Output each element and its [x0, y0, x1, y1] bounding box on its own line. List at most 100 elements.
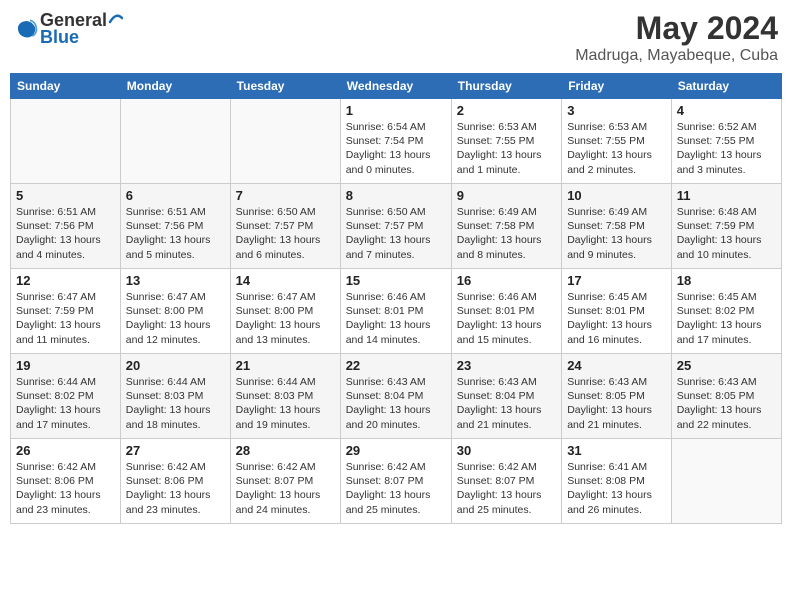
day-info: Sunrise: 6:41 AMSunset: 8:08 PMDaylight:…	[567, 460, 666, 517]
calendar-table: SundayMondayTuesdayWednesdayThursdayFrid…	[10, 73, 782, 524]
day-number: 2	[457, 103, 556, 118]
day-info: Sunrise: 6:43 AMSunset: 8:05 PMDaylight:…	[677, 375, 776, 432]
day-number: 28	[236, 443, 335, 458]
day-number: 17	[567, 273, 666, 288]
calendar-cell: 22Sunrise: 6:43 AMSunset: 8:04 PMDayligh…	[340, 354, 451, 439]
calendar-cell	[230, 99, 340, 184]
day-number: 1	[346, 103, 446, 118]
calendar-cell: 14Sunrise: 6:47 AMSunset: 8:00 PMDayligh…	[230, 269, 340, 354]
day-info: Sunrise: 6:44 AMSunset: 8:03 PMDaylight:…	[126, 375, 225, 432]
day-number: 26	[16, 443, 115, 458]
day-info: Sunrise: 6:51 AMSunset: 7:56 PMDaylight:…	[126, 205, 225, 262]
calendar-cell	[671, 439, 781, 524]
location-title: Madruga, Mayabeque, Cuba	[575, 47, 778, 65]
calendar-cell: 17 Sunrise: 6:45 AMSunset: 8:01 PMDayligh…	[562, 269, 672, 354]
day-number: 3	[567, 103, 666, 118]
day-info: Sunrise: 6:46 AMSunset: 8:01 PMDaylight:…	[346, 290, 446, 347]
week-row-3: 12 Sunrise: 6:47 AMSunset: 7:59 PMDayligh…	[11, 269, 782, 354]
weekday-header-tuesday: Tuesday	[230, 74, 340, 99]
calendar-cell: 16 Sunrise: 6:46 AMSunset: 8:01 PMDayligh…	[451, 269, 561, 354]
day-number: 19	[16, 358, 115, 373]
day-number: 23	[457, 358, 556, 373]
day-info: Sunrise: 6:53 AMSunset: 7:55 PMDaylight:…	[457, 120, 556, 177]
calendar-cell: 26 Sunrise: 6:42 AMSunset: 8:06 PMDayligh…	[11, 439, 121, 524]
calendar-cell	[120, 99, 230, 184]
calendar-cell: 10Sunrise: 6:49 AMSunset: 7:58 PMDayligh…	[562, 184, 672, 269]
logo-icon	[14, 17, 38, 41]
calendar-cell: 30 Sunrise: 6:42 AMSunset: 8:07 PMDayligh…	[451, 439, 561, 524]
calendar-cell: 3 Sunrise: 6:53 AMSunset: 7:55 PMDaylight…	[562, 99, 672, 184]
day-number: 12	[16, 273, 115, 288]
day-number: 7	[236, 188, 335, 203]
day-info: Sunrise: 6:42 AMSunset: 8:07 PMDaylight:…	[346, 460, 446, 517]
calendar-cell: 20Sunrise: 6:44 AMSunset: 8:03 PMDayligh…	[120, 354, 230, 439]
calendar-cell: 5Sunrise: 6:51 AMSunset: 7:56 PMDaylight…	[11, 184, 121, 269]
calendar-cell: 13Sunrise: 6:47 AMSunset: 8:00 PMDayligh…	[120, 269, 230, 354]
calendar-cell	[11, 99, 121, 184]
day-info: Sunrise: 6:42 AMSunset: 8:06 PMDaylight:…	[126, 460, 225, 517]
calendar-cell: 25 Sunrise: 6:43 AMSunset: 8:05 PMDayligh…	[671, 354, 781, 439]
day-info: Sunrise: 6:50 AMSunset: 7:57 PMDaylight:…	[236, 205, 335, 262]
day-number: 6	[126, 188, 225, 203]
day-info: Sunrise: 6:42 AMSunset: 8:06 PMDaylight:…	[16, 460, 115, 517]
month-title: May 2024	[575, 10, 778, 47]
day-info: Sunrise: 6:45 AMSunset: 8:01 PMDaylight:…	[567, 290, 666, 347]
page-header: General Blue May 2024 Madruga, Mayabeque…	[10, 10, 782, 65]
calendar-cell: 24 Sunrise: 6:43 AMSunset: 8:05 PMDayligh…	[562, 354, 672, 439]
title-block: May 2024 Madruga, Mayabeque, Cuba	[575, 10, 778, 65]
weekday-header-sunday: Sunday	[11, 74, 121, 99]
day-number: 5	[16, 188, 115, 203]
calendar-cell: 29 Sunrise: 6:42 AMSunset: 8:07 PMDayligh…	[340, 439, 451, 524]
day-number: 22	[346, 358, 446, 373]
day-number: 13	[126, 273, 225, 288]
day-info: Sunrise: 6:46 AMSunset: 8:01 PMDaylight:…	[457, 290, 556, 347]
calendar-cell: 27 Sunrise: 6:42 AMSunset: 8:06 PMDayligh…	[120, 439, 230, 524]
week-row-4: 19Sunrise: 6:44 AMSunset: 8:02 PMDayligh…	[11, 354, 782, 439]
calendar-cell: 4Sunrise: 6:52 AMSunset: 7:55 PMDaylight…	[671, 99, 781, 184]
day-info: Sunrise: 6:45 AMSunset: 8:02 PMDaylight:…	[677, 290, 776, 347]
logo: General Blue	[14, 10, 125, 48]
calendar-cell: 6 Sunrise: 6:51 AMSunset: 7:56 PMDaylight…	[120, 184, 230, 269]
day-number: 31	[567, 443, 666, 458]
day-info: Sunrise: 6:47 AMSunset: 7:59 PMDaylight:…	[16, 290, 115, 347]
weekday-header-friday: Friday	[562, 74, 672, 99]
week-row-5: 26 Sunrise: 6:42 AMSunset: 8:06 PMDayligh…	[11, 439, 782, 524]
day-number: 24	[567, 358, 666, 373]
day-number: 15	[346, 273, 446, 288]
week-row-1: 1 Sunrise: 6:54 AMSunset: 7:54 PMDaylight…	[11, 99, 782, 184]
weekday-header-row: SundayMondayTuesdayWednesdayThursdayFrid…	[11, 74, 782, 99]
day-number: 16	[457, 273, 556, 288]
week-row-2: 5 Sunrise: 6:51 AMSunset: 7:56 PMDaylight…	[11, 184, 782, 269]
calendar-cell: 12 Sunrise: 6:47 AMSunset: 7:59 PMDayligh…	[11, 269, 121, 354]
day-info: Sunrise: 6:49 AMSunset: 7:58 PMDaylight:…	[567, 205, 666, 262]
day-info: Sunrise: 6:44 AMSunset: 8:03 PMDaylight:…	[236, 375, 335, 432]
calendar-cell: 2 Sunrise: 6:53 AMSunset: 7:55 PMDaylight…	[451, 99, 561, 184]
weekday-header-saturday: Saturday	[671, 74, 781, 99]
day-info: Sunrise: 6:50 AMSunset: 7:57 PMDaylight:…	[346, 205, 446, 262]
calendar-cell: 8 Sunrise: 6:50 AMSunset: 7:57 PMDaylight…	[340, 184, 451, 269]
calendar-cell: 11Sunrise: 6:48 AMSunset: 7:59 PMDayligh…	[671, 184, 781, 269]
day-number: 29	[346, 443, 446, 458]
calendar-cell: 1 Sunrise: 6:54 AMSunset: 7:54 PMDaylight…	[340, 99, 451, 184]
day-info: Sunrise: 6:52 AMSunset: 7:55 PMDaylight:…	[677, 120, 776, 177]
day-info: Sunrise: 6:43 AMSunset: 8:05 PMDaylight:…	[567, 375, 666, 432]
calendar-cell: 7 Sunrise: 6:50 AMSunset: 7:57 PMDaylight…	[230, 184, 340, 269]
day-number: 21	[236, 358, 335, 373]
weekday-header-wednesday: Wednesday	[340, 74, 451, 99]
day-number: 30	[457, 443, 556, 458]
calendar-cell: 9Sunrise: 6:49 AMSunset: 7:58 PMDaylight…	[451, 184, 561, 269]
day-number: 25	[677, 358, 776, 373]
day-info: Sunrise: 6:43 AMSunset: 8:04 PMDaylight:…	[457, 375, 556, 432]
day-info: Sunrise: 6:54 AMSunset: 7:54 PMDaylight:…	[346, 120, 446, 177]
day-number: 8	[346, 188, 446, 203]
day-number: 18	[677, 273, 776, 288]
day-number: 27	[126, 443, 225, 458]
day-info: Sunrise: 6:53 AMSunset: 7:55 PMDaylight:…	[567, 120, 666, 177]
day-info: Sunrise: 6:42 AMSunset: 8:07 PMDaylight:…	[457, 460, 556, 517]
day-number: 11	[677, 188, 776, 203]
weekday-header-monday: Monday	[120, 74, 230, 99]
calendar-cell: 28Sunrise: 6:42 AMSunset: 8:07 PMDayligh…	[230, 439, 340, 524]
calendar-cell: 23 Sunrise: 6:43 AMSunset: 8:04 PMDayligh…	[451, 354, 561, 439]
day-number: 14	[236, 273, 335, 288]
day-info: Sunrise: 6:49 AMSunset: 7:58 PMDaylight:…	[457, 205, 556, 262]
